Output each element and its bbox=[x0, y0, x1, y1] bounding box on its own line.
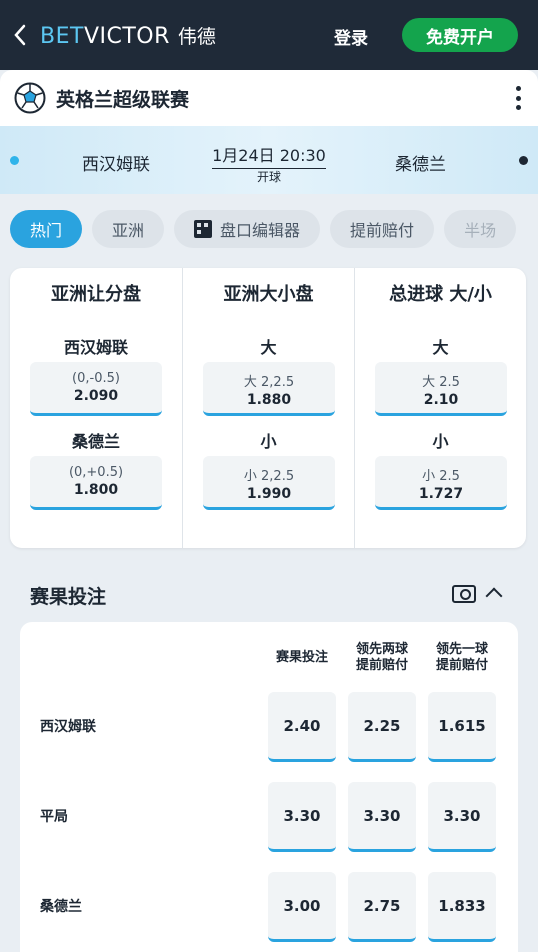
logo-cn: 伟德 bbox=[177, 25, 216, 48]
odds-price: 2.10 bbox=[423, 392, 459, 408]
odds-price: 1.727 bbox=[418, 486, 464, 502]
section-title: 赛果投注 bbox=[30, 586, 107, 608]
chevron-up-icon[interactable] bbox=[485, 587, 503, 605]
odds-button[interactable]: (0,+0.5) 1.800 bbox=[30, 456, 162, 510]
odds-line: 小 2,2.5 bbox=[243, 469, 295, 484]
odds-price: 1.800 bbox=[73, 482, 119, 498]
tab-popular[interactable]: 热门 bbox=[10, 210, 83, 248]
tab-bet-builder[interactable]: 盘口编辑器 bbox=[174, 210, 321, 248]
football-icon bbox=[14, 82, 46, 114]
login-button[interactable]: 登录 bbox=[334, 24, 368, 49]
market-total-goals: 总进球 大/小 大 大 2.5 2.10 小 小 2.5 1.727 bbox=[354, 268, 526, 548]
match-datetime[interactable]: 1月24日 20:30 bbox=[212, 142, 326, 169]
odds-button[interactable]: 小 2.5 1.727 bbox=[375, 456, 507, 510]
match-result-card: 赛果投注 领先两球 提前赔付 领先一球 提前赔付 西汉姆联 2.40 2.25 … bbox=[20, 622, 518, 952]
selection-label: 小 bbox=[260, 432, 277, 451]
home-indicator-dot bbox=[10, 156, 19, 165]
kebab-icon[interactable] bbox=[514, 86, 522, 110]
odds-price: 1.880 bbox=[246, 392, 292, 408]
column-header: 领先一球 提前赔付 bbox=[428, 642, 496, 674]
grid-icon bbox=[194, 220, 213, 238]
odds-button[interactable]: 3.30 bbox=[268, 782, 336, 852]
home-team: 西汉姆联 bbox=[82, 155, 150, 175]
market-title: 总进球 大/小 bbox=[389, 284, 492, 305]
market-title: 亚洲让分盘 bbox=[51, 284, 141, 305]
odds-button[interactable]: 1.833 bbox=[428, 872, 496, 942]
odds-line: (0,-0.5) bbox=[72, 371, 120, 386]
odds-button[interactable]: (0,-0.5) 2.090 bbox=[30, 362, 162, 416]
market-asian-total: 亚洲大小盘 大 大 2,2.5 1.880 小 小 2,2.5 1.990 bbox=[182, 268, 354, 548]
odds-line: 大 2.5 bbox=[422, 375, 460, 390]
odds-line: 小 2.5 bbox=[422, 469, 460, 484]
odds-button[interactable]: 2.75 bbox=[348, 872, 416, 942]
odds-button[interactable]: 小 2,2.5 1.990 bbox=[203, 456, 335, 510]
top-bar: BET VICTOR 伟德 登录 免费开户 bbox=[0, 0, 538, 70]
odds-button[interactable]: 3.30 bbox=[428, 782, 496, 852]
odds-button[interactable]: 2.25 bbox=[348, 692, 416, 762]
brand-logo[interactable]: BET VICTOR 伟德 bbox=[40, 22, 216, 49]
selection-label: 大 bbox=[260, 338, 277, 357]
column-header-line: 提前赔付 bbox=[355, 658, 408, 673]
selection-label: 大 bbox=[432, 338, 449, 357]
odds-button[interactable]: 3.30 bbox=[348, 782, 416, 852]
logo-bet: BET bbox=[40, 23, 84, 49]
odds-button[interactable]: 3.00 bbox=[268, 872, 336, 942]
tab-bet-builder-label: 盘口编辑器 bbox=[220, 221, 301, 240]
selection-label: 桑德兰 bbox=[71, 432, 120, 451]
away-team: 桑德兰 bbox=[395, 155, 446, 175]
odds-button[interactable]: 1.615 bbox=[428, 692, 496, 762]
cash-out-icon[interactable] bbox=[452, 585, 476, 603]
tab-early-payout[interactable]: 提前赔付 bbox=[330, 210, 435, 248]
odds-button[interactable]: 大 2,2.5 1.880 bbox=[203, 362, 335, 416]
selection-label: 小 bbox=[432, 432, 449, 451]
tab-half-time[interactable]: 半场 bbox=[444, 210, 517, 248]
column-header-line: 领先两球 bbox=[355, 642, 408, 657]
chevron-left-icon bbox=[14, 24, 26, 46]
row-label: 西汉姆联 bbox=[40, 719, 96, 735]
back-button[interactable] bbox=[0, 0, 40, 70]
match-strip: 西汉姆联 1月24日 20:30 开球 桑德兰 bbox=[0, 126, 538, 194]
tab-asian[interactable]: 亚洲 bbox=[92, 210, 165, 248]
row-label: 平局 bbox=[40, 809, 68, 825]
market-asian-handicap: 亚洲让分盘 西汉姆联 (0,-0.5) 2.090 桑德兰 (0,+0.5) 1… bbox=[10, 268, 182, 548]
odds-price: 1.990 bbox=[246, 486, 292, 502]
market-tabs: 热门 亚洲 盘口编辑器 提前赔付 半场 bbox=[10, 210, 538, 250]
odds-button[interactable]: 大 2.5 2.10 bbox=[375, 362, 507, 416]
league-header: 英格兰超级联赛 bbox=[0, 70, 538, 126]
market-title: 亚洲大小盘 bbox=[223, 284, 314, 305]
odds-line: (0,+0.5) bbox=[68, 465, 124, 480]
column-header: 领先两球 提前赔付 bbox=[348, 642, 416, 674]
odds-price: 2.090 bbox=[73, 388, 119, 404]
league-title: 英格兰超级联赛 bbox=[56, 88, 190, 111]
selection-label: 西汉姆联 bbox=[63, 338, 128, 357]
column-header: 赛果投注 bbox=[275, 650, 328, 665]
logo-victor: VICTOR bbox=[83, 23, 170, 49]
odds-button[interactable]: 2.40 bbox=[268, 692, 336, 762]
signup-button[interactable]: 免费开户 bbox=[402, 18, 518, 52]
match-status: 开球 bbox=[256, 170, 281, 184]
away-indicator-dot bbox=[519, 156, 528, 165]
column-header-line: 领先一球 bbox=[435, 642, 488, 657]
row-label: 桑德兰 bbox=[40, 899, 82, 915]
column-header-line: 提前赔付 bbox=[435, 658, 488, 673]
popular-markets-card: 亚洲让分盘 西汉姆联 (0,-0.5) 2.090 桑德兰 (0,+0.5) 1… bbox=[10, 268, 526, 548]
odds-line: 大 2,2.5 bbox=[243, 375, 295, 390]
